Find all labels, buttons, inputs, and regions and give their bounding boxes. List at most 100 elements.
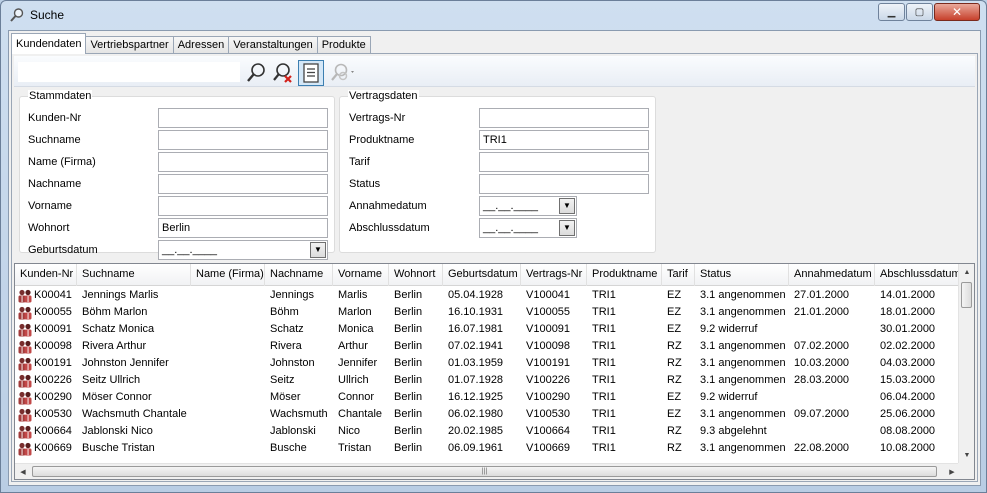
search-icon: [247, 63, 265, 82]
nachname-input[interactable]: [158, 174, 328, 194]
table-row[interactable]: K00191 Johnston Jennifer Johnston Jennifer B…: [15, 355, 960, 372]
cell-status: 9.2 widerruf: [700, 323, 758, 335]
clear-search-button[interactable]: [270, 60, 296, 86]
chevron-down-icon[interactable]: ▼: [559, 198, 575, 214]
table-row[interactable]: K00664 Jablonski Nico Jablonski Nico Berlin 2…: [15, 423, 960, 440]
grid-body: K00041 Jennings Marlis Jennings Marlis Berli…: [15, 287, 960, 457]
horizontal-scroll-thumb[interactable]: |||: [32, 466, 937, 477]
column-header-kunden-nr[interactable]: Kunden-Nr: [15, 264, 77, 286]
cell-kunden-nr: K00055: [15, 304, 77, 321]
column-header-vertrags-nr[interactable]: Vertrags-Nr: [521, 264, 587, 286]
column-header-suchname[interactable]: Suchname: [77, 264, 191, 286]
close-button[interactable]: ✕: [934, 3, 980, 21]
table-row[interactable]: K00530 Wachsmuth Chantale Wachsmuth Chantal…: [15, 406, 960, 423]
suchname-input[interactable]: [158, 130, 328, 150]
cell-nachname: Jennings: [270, 289, 315, 301]
minimize-icon: ▁: [887, 6, 896, 18]
cell-text: K00664: [34, 425, 72, 437]
customer-icon: [18, 442, 32, 455]
cell-tarif: EZ: [667, 408, 682, 420]
column-header-annahmedatum[interactable]: Annahmedatum: [789, 264, 875, 286]
table-row[interactable]: K00290 Möser Connor Möser Connor Berlin 16.12…: [15, 389, 960, 406]
cell-produktname: TRI1: [592, 408, 616, 420]
tab-strip: Kundendaten Vertriebspartner Adressen Ve…: [11, 33, 371, 54]
table-row[interactable]: K00055 Böhm Marlon Böhm Marlon Berlin 16.10.1…: [15, 304, 960, 321]
scroll-left-icon[interactable]: ◀: [15, 464, 31, 479]
cell-vorname: Marlis: [338, 289, 368, 301]
status-input[interactable]: [479, 174, 649, 194]
kunden-nr-input[interactable]: [158, 108, 328, 128]
chevron-down-icon[interactable]: ▼: [559, 220, 575, 236]
customer-icon: [18, 323, 32, 336]
cell-tarif: RZ: [667, 442, 682, 454]
table-row[interactable]: K00091 Schatz Monica Schatz Monica Berlin 16.…: [15, 321, 960, 338]
report-icon: [303, 63, 319, 83]
abschlussdatum-picker[interactable]: __.__.____ ▼: [479, 218, 577, 238]
vorname-input[interactable]: [158, 196, 328, 216]
cell-vertrags-nr: V100226: [526, 374, 571, 386]
customer-icon: [18, 289, 32, 302]
cell-geburtsdatum: 16.12.1925: [448, 391, 504, 403]
column-header-geburtsdatum[interactable]: Geburtsdatum: [443, 264, 521, 286]
cell-suchname: Rivera Arthur: [82, 340, 147, 352]
tab-produkte[interactable]: Produkte: [316, 36, 371, 54]
tab-veranstaltungen[interactable]: Veranstaltungen: [228, 36, 318, 54]
column-header-nachname[interactable]: Nachname: [265, 264, 333, 286]
chevron-down-icon[interactable]: ▼: [310, 242, 326, 258]
tab-vertriebspartner[interactable]: Vertriebspartner: [85, 36, 174, 54]
column-header-abschlussdatum[interactable]: Abschlussdatum: [875, 264, 960, 286]
wohnort-input[interactable]: [158, 218, 328, 238]
column-header-vorname[interactable]: Vorname: [333, 264, 389, 286]
vertrags-nr-input[interactable]: [479, 108, 649, 128]
cell-abschlussdatum: 25.06.2000: [880, 408, 936, 420]
table-row[interactable]: K00041 Jennings Marlis Jennings Marlis Berli…: [15, 287, 960, 304]
cell-name-firma: [191, 287, 265, 304]
vertical-scrollbar[interactable]: ▲ ▼: [958, 264, 974, 463]
geburtsdatum-picker[interactable]: __.__.____ ▼: [158, 240, 328, 260]
cell-annahmedatum: 10.03.2000: [794, 357, 850, 369]
tab-kundendaten[interactable]: Kundendaten: [11, 33, 87, 54]
suchname-label: Suchname: [28, 134, 81, 146]
tarif-input[interactable]: [479, 152, 649, 172]
annahmedatum-picker[interactable]: __.__.____ ▼: [479, 196, 577, 216]
cell-abschlussdatum: 02.02.2000: [880, 340, 936, 352]
geburtsdatum-value: __.__.____: [162, 244, 218, 256]
table-row[interactable]: K00226 Seitz Ullrich Seitz Ullrich Berlin 01.…: [15, 372, 960, 389]
produktname-input[interactable]: [479, 130, 649, 150]
cell-nachname: Jablonski: [270, 425, 316, 437]
cell-text: K00191: [34, 357, 72, 369]
client-area: Kundendaten Vertriebspartner Adressen Ve…: [8, 30, 981, 486]
quick-search-input[interactable]: [18, 62, 240, 82]
horizontal-scrollbar[interactable]: ◀ ||| ▶: [15, 463, 960, 479]
maximize-button[interactable]: ▢: [906, 3, 933, 21]
cell-wohnort: Berlin: [394, 408, 423, 420]
vertical-scroll-thumb[interactable]: [961, 282, 972, 308]
column-header-tarif[interactable]: Tarif: [662, 264, 695, 286]
table-row[interactable]: K00098 Rivera Arthur Rivera Arthur Berlin 07.…: [15, 338, 960, 355]
column-header-status[interactable]: Status: [695, 264, 789, 286]
column-header-wohnort[interactable]: Wohnort: [389, 264, 443, 286]
tools-dropdown-button[interactable]: [327, 60, 357, 86]
cell-abschlussdatum: 18.01.2000: [880, 306, 936, 318]
column-header-produktname[interactable]: Produktname: [587, 264, 662, 286]
search-button[interactable]: [243, 60, 269, 86]
tab-adressen[interactable]: Adressen: [172, 36, 230, 54]
results-grid[interactable]: Kunden-Nr Suchname Name (Firma) Nachname Vor…: [14, 263, 975, 480]
cell-annahmedatum: 27.01.2000: [794, 289, 850, 301]
cell-annahmedatum: 09.07.2000: [794, 408, 850, 420]
cell-annahmedatum: [789, 389, 875, 406]
cell-wohnort: Berlin: [394, 289, 423, 301]
report-button[interactable]: [298, 60, 324, 86]
title-bar[interactable]: Suche ▁ ▢ ✕: [1, 1, 986, 29]
cell-tarif: RZ: [667, 374, 682, 386]
column-header-name-firma[interactable]: Name (Firma): [191, 264, 265, 286]
wohnort-label: Wohnort: [28, 222, 70, 234]
scroll-down-icon[interactable]: ▼: [959, 447, 974, 463]
minimize-button[interactable]: ▁: [878, 3, 905, 21]
scroll-up-icon[interactable]: ▲: [959, 264, 974, 280]
cell-wohnort: Berlin: [394, 374, 423, 386]
cell-suchname: Böhm Marlon: [82, 306, 148, 318]
cell-tarif: RZ: [667, 425, 682, 437]
table-row[interactable]: K00669 Busche Tristan Busche Tristan Berlin 0…: [15, 440, 960, 457]
name-firma-input[interactable]: [158, 152, 328, 172]
